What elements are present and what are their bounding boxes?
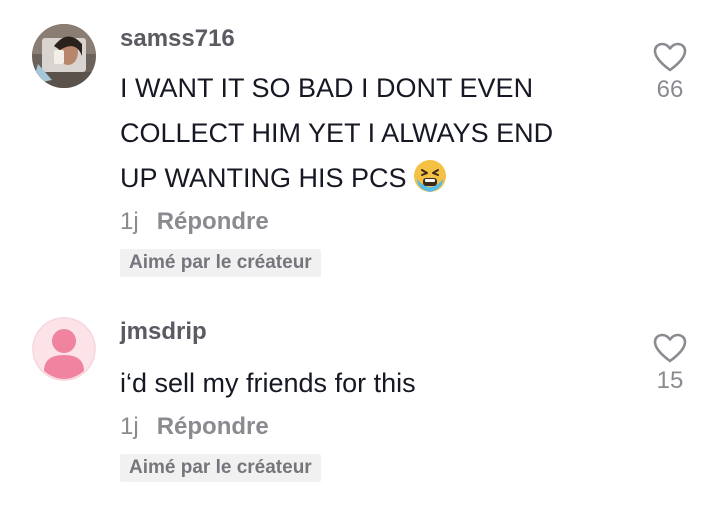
avatar[interactable] xyxy=(32,317,96,381)
reply-button[interactable]: Répondre xyxy=(157,413,269,440)
avatar[interactable] xyxy=(32,24,96,88)
heart-icon xyxy=(653,42,687,72)
like-count: 15 xyxy=(656,367,684,394)
comment-text: i‘d sell my friends for this xyxy=(120,368,416,398)
like-button[interactable]: 15 xyxy=(650,333,690,395)
heart-icon xyxy=(653,333,687,363)
liked-by-creator-badge: Aimé par le créateur xyxy=(120,249,321,277)
like-count: 66 xyxy=(656,76,684,103)
liked-by-creator-badge: Aimé par le créateur xyxy=(120,454,321,482)
comment-time: 1j xyxy=(120,208,139,235)
tired-face-emoji-icon xyxy=(413,159,447,193)
like-button[interactable]: 66 xyxy=(650,42,690,104)
reply-button[interactable]: Répondre xyxy=(157,208,269,235)
comment-time: 1j xyxy=(120,413,139,440)
comment-username[interactable]: samss716 xyxy=(120,24,640,54)
comment-username[interactable]: jmsdrip xyxy=(120,317,640,347)
comment-meta: 1j Répondre xyxy=(120,412,640,442)
comment-text: I WANT IT SO BAD I DONT EVEN COLLECT HIM… xyxy=(120,73,554,193)
comment-meta: 1j Répondre xyxy=(120,207,640,237)
